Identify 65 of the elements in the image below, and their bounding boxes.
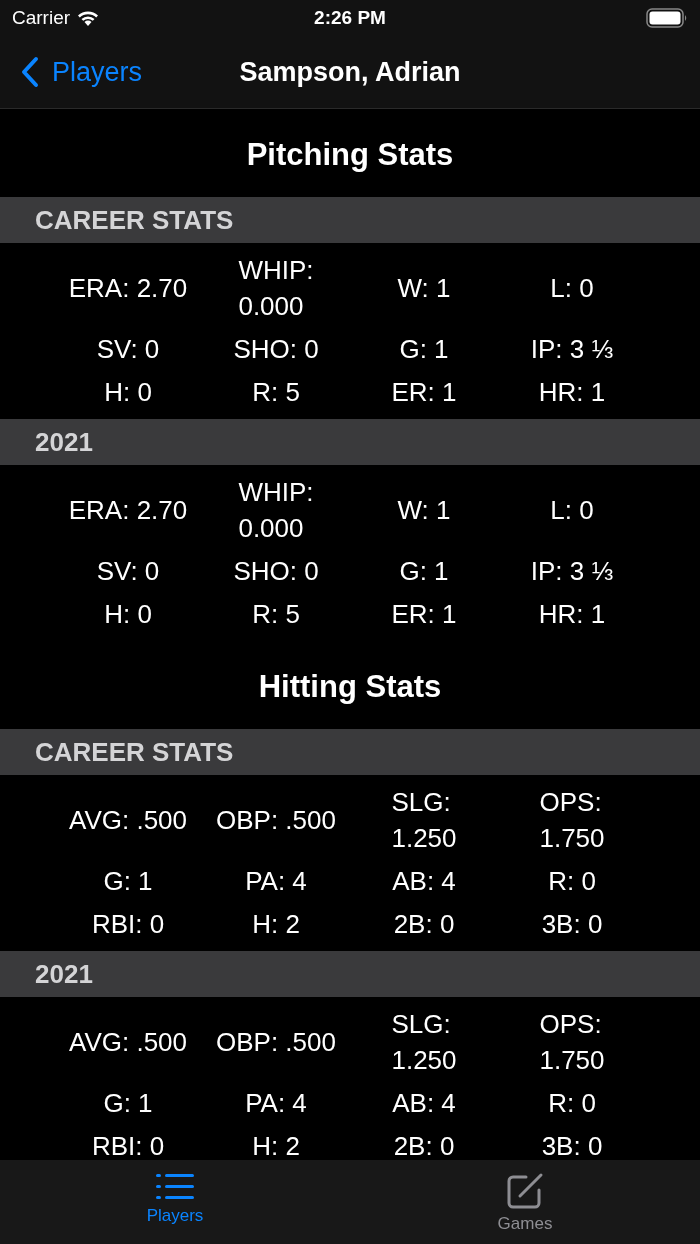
stat-text: SV: 0 <box>96 555 160 588</box>
status-time: 2:26 PM <box>314 7 386 29</box>
section-header: CAREER STATS <box>0 197 700 243</box>
stat-text: OBP: .500 <box>216 804 336 837</box>
section-header: 2021 <box>0 951 700 997</box>
stat-text: R: 0 <box>548 1087 596 1120</box>
stat-text: R: 5 <box>252 376 300 409</box>
stat-text: H: 0 <box>104 598 152 631</box>
section-header: CAREER STATS <box>0 729 700 775</box>
stat-text: WHIP: 0.000 <box>238 476 314 545</box>
stat-text: IP: 3 ⅓ <box>530 333 614 366</box>
stat-text: RBI: 0 <box>91 1130 165 1163</box>
nav-title: Sampson, Adrian <box>239 56 461 88</box>
stat-text: WHIP: 0.000 <box>238 254 314 323</box>
stat-text: OPS: 1.750 <box>539 1008 605 1077</box>
stat-text: RBI: 0 <box>91 908 165 941</box>
stat-text: 3B: 0 <box>541 1130 603 1163</box>
stat-text: R: 0 <box>548 865 596 898</box>
carrier-label: Carrier <box>12 7 71 29</box>
tab-item[interactable]: Games <box>350 1160 700 1244</box>
stat-text: AVG: .500 <box>69 804 187 837</box>
stat-text: ERA: 2.70 <box>68 494 188 527</box>
wifi-icon <box>76 9 101 27</box>
stat-text: L: 0 <box>550 272 594 305</box>
stat-text: SHO: 0 <box>233 333 319 366</box>
stat-text: AVG: .500 <box>69 1026 187 1059</box>
group-title: Hitting Stats <box>257 668 443 706</box>
stat-text: SLG: 1.250 <box>391 786 457 855</box>
section-header: 2021 <box>0 419 700 465</box>
stat-text: 2B: 0 <box>393 1130 455 1163</box>
stat-text: HR: 1 <box>538 376 606 409</box>
stat-text: ER: 1 <box>391 598 457 631</box>
stat-text: PA: 4 <box>245 1087 307 1120</box>
stat-text: 2B: 0 <box>393 908 455 941</box>
stat-text: W: 1 <box>397 494 451 527</box>
stat-text: PA: 4 <box>245 865 307 898</box>
stat-text: W: 1 <box>397 272 451 305</box>
stat-text: OPS: 1.750 <box>539 786 605 855</box>
stat-text: AB: 4 <box>392 865 456 898</box>
stat-text: SV: 0 <box>96 333 160 366</box>
stat-text: ER: 1 <box>391 376 457 409</box>
compose-icon <box>506 1172 544 1210</box>
stat-text: H: 2 <box>252 908 300 941</box>
stat-text: ERA: 2.70 <box>68 272 188 305</box>
stat-text: SLG: 1.250 <box>391 1008 457 1077</box>
stat-text: SHO: 0 <box>233 555 319 588</box>
tab-item[interactable]: Players <box>0 1160 350 1244</box>
stat-text: G: 1 <box>103 865 153 898</box>
stat-text: G: 1 <box>399 555 449 588</box>
stat-text: G: 1 <box>103 1087 153 1120</box>
stat-text: G: 1 <box>399 333 449 366</box>
group-title: Pitching Stats <box>245 136 455 174</box>
stat-text: OBP: .500 <box>216 1026 336 1059</box>
stat-text: H: 2 <box>252 1130 300 1163</box>
back-button[interactable]: Players <box>0 56 143 88</box>
stat-text: L: 0 <box>550 494 594 527</box>
stat-text: 3B: 0 <box>541 908 603 941</box>
stat-text: H: 0 <box>104 376 152 409</box>
chevron-left-icon <box>20 56 40 88</box>
battery-icon <box>646 8 688 28</box>
stat-text: AB: 4 <box>392 1087 456 1120</box>
stat-text: IP: 3 ⅓ <box>530 555 614 588</box>
stat-text: HR: 1 <box>538 598 606 631</box>
stat-text: R: 5 <box>252 598 300 631</box>
list-icon <box>155 1172 195 1202</box>
